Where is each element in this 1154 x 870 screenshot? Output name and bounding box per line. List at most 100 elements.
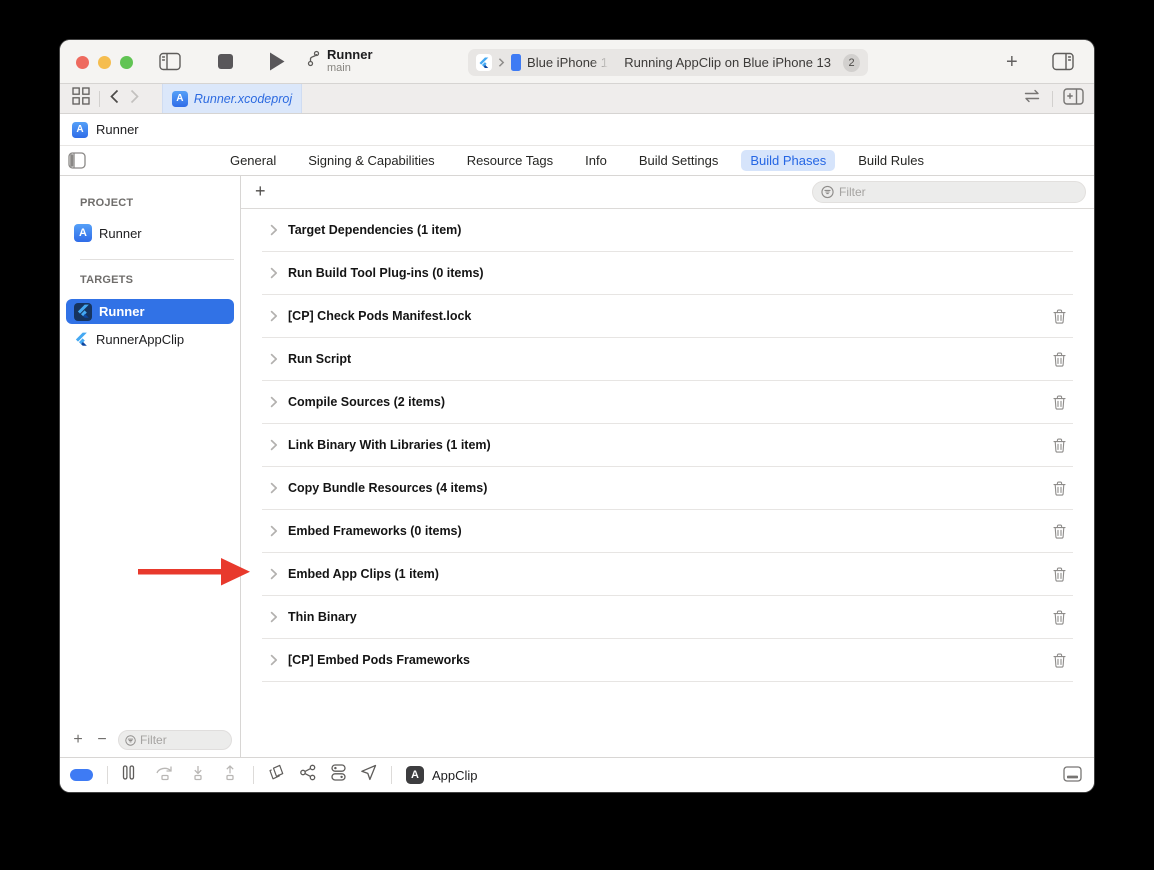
flutter-target-icon	[74, 332, 89, 347]
flutter-scheme-icon	[476, 54, 493, 71]
section-tab[interactable]: Resource Tags	[458, 150, 562, 171]
build-phase-label: Thin Binary	[288, 610, 357, 624]
disclosure-chevron-icon[interactable]	[270, 224, 278, 236]
add-build-phase-button[interactable]: +	[255, 181, 266, 201]
breakpoints-toggle[interactable]	[70, 769, 93, 781]
build-phase-label: Embed App Clips (1 item)	[288, 567, 439, 581]
branch-name: main	[327, 62, 351, 74]
disclosure-chevron-icon[interactable]	[270, 267, 278, 279]
disclosure-chevron-icon[interactable]	[270, 611, 278, 623]
toggle-debug-area-icon[interactable]	[1063, 766, 1082, 787]
delete-phase-icon[interactable]	[1053, 653, 1066, 673]
section-tab[interactable]: Info	[576, 150, 616, 171]
tab-title: Runner.xcodeproj	[193, 91, 293, 106]
breadcrumb[interactable]: Runner	[96, 122, 139, 137]
build-phase-label: [CP] Check Pods Manifest.lock	[288, 309, 472, 323]
build-phase-row[interactable]: Copy Bundle Resources (4 items)	[262, 467, 1073, 510]
run-destination[interactable]: Blue iPhone 13	[527, 55, 610, 70]
build-phase-list: Target Dependencies (1 item) Run Build T…	[241, 209, 1094, 757]
toggle-targets-pane-icon[interactable]	[68, 152, 86, 174]
minimize-window-button[interactable]	[98, 55, 111, 69]
disclosure-chevron-icon[interactable]	[270, 353, 278, 365]
view-hierarchy-icon[interactable]	[268, 764, 285, 786]
targets-filter-field[interactable]	[118, 730, 232, 750]
disclosure-chevron-icon[interactable]	[270, 654, 278, 666]
sidebar-target-row[interactable]: RunnerAppClip	[66, 327, 234, 352]
delete-phase-icon[interactable]	[1053, 438, 1066, 458]
delete-phase-icon[interactable]	[1053, 395, 1066, 415]
memory-graph-icon[interactable]	[299, 764, 317, 786]
delete-phase-icon[interactable]	[1053, 524, 1066, 544]
running-process-icon[interactable]: A	[406, 766, 424, 784]
tab-runner-xcodeproj[interactable]: A Runner.xcodeproj	[162, 84, 302, 113]
build-phase-row[interactable]: Run Script	[262, 338, 1073, 381]
phases-filter-input[interactable]	[839, 185, 1077, 199]
build-phase-label: Target Dependencies (1 item)	[288, 223, 462, 237]
build-phase-row[interactable]: Link Binary With Libraries (1 item)	[262, 424, 1073, 467]
phases-filter-field[interactable]	[812, 181, 1086, 203]
filter-icon	[125, 734, 136, 746]
toggle-inspector-icon[interactable]	[1052, 52, 1074, 71]
disclosure-chevron-icon[interactable]	[270, 310, 278, 322]
pause-execution-icon[interactable]	[122, 765, 135, 785]
library-add-button[interactable]: +	[1006, 52, 1018, 72]
disclosure-chevron-icon[interactable]	[270, 568, 278, 580]
delete-phase-icon[interactable]	[1053, 567, 1066, 587]
remove-target-button[interactable]: −	[94, 732, 110, 748]
build-phase-row[interactable]: [CP] Check Pods Manifest.lock	[262, 295, 1073, 338]
sidebar-item-project-runner[interactable]: A Runner	[60, 221, 240, 245]
go-back-icon[interactable]	[109, 89, 120, 109]
issue-count-badge[interactable]: 2	[843, 53, 860, 72]
zoom-window-button[interactable]	[120, 55, 133, 69]
targets-filter-input[interactable]	[140, 733, 225, 747]
delete-phase-icon[interactable]	[1053, 610, 1066, 630]
build-phase-row[interactable]: Thin Binary	[262, 596, 1073, 639]
stop-button[interactable]	[218, 54, 233, 69]
build-phase-row[interactable]: Compile Sources (2 items)	[262, 381, 1073, 424]
go-forward-icon[interactable]	[129, 89, 140, 109]
disclosure-chevron-icon[interactable]	[270, 396, 278, 408]
project-icon: A	[74, 224, 92, 242]
build-phase-label: Compile Sources (2 items)	[288, 395, 445, 409]
xcode-window: Runner main Blue iPhone 13 Running AppCl…	[60, 40, 1094, 792]
step-over-icon[interactable]	[155, 765, 175, 786]
build-phase-label: Run Script	[288, 352, 352, 366]
section-tab[interactable]: Signing & Capabilities	[299, 150, 443, 171]
section-tab[interactable]: Build Phases	[741, 150, 836, 171]
editor-section-tabs: General Signing & Capabilities Resource …	[60, 146, 1094, 176]
iphone-device-icon	[510, 54, 522, 71]
simulate-location-icon[interactable]	[360, 764, 377, 786]
disclosure-chevron-icon[interactable]	[270, 439, 278, 451]
section-tab[interactable]: Build Settings	[630, 150, 728, 171]
disclosure-chevron-icon[interactable]	[270, 482, 278, 494]
running-process-label[interactable]: AppClip	[432, 768, 478, 783]
environment-overrides-icon[interactable]	[331, 764, 346, 786]
sidebar-target-row[interactable]: Runner	[66, 299, 234, 324]
build-phases-editor: + Target Dependencies (1 item)	[241, 176, 1094, 757]
build-phase-row[interactable]: Target Dependencies (1 item)	[262, 209, 1073, 252]
section-tab[interactable]: Build Rules	[849, 150, 933, 171]
disclosure-chevron-icon[interactable]	[270, 525, 278, 537]
delete-phase-icon[interactable]	[1053, 481, 1066, 501]
toggle-navigator-icon[interactable]	[159, 52, 181, 71]
add-editor-icon[interactable]	[1063, 87, 1084, 110]
build-phase-row[interactable]: Embed Frameworks (0 items)	[262, 510, 1073, 553]
build-phase-label: [CP] Embed Pods Frameworks	[288, 653, 470, 667]
code-review-icon[interactable]	[1022, 89, 1042, 108]
related-items-icon[interactable]	[72, 87, 90, 110]
filter-icon	[821, 185, 834, 199]
run-button[interactable]	[268, 51, 286, 77]
step-into-icon[interactable]	[189, 765, 207, 786]
xcodeproj-file-icon: A	[171, 90, 188, 107]
delete-phase-icon[interactable]	[1053, 352, 1066, 372]
step-out-icon[interactable]	[221, 764, 239, 786]
build-phase-row[interactable]: Embed App Clips (1 item)	[262, 553, 1073, 596]
flutter-target-icon	[74, 302, 92, 321]
close-window-button[interactable]	[76, 55, 89, 69]
build-phase-row[interactable]: Run Build Tool Plug-ins (0 items)	[262, 252, 1073, 295]
add-target-button[interactable]: +	[70, 732, 86, 748]
build-phase-row[interactable]: [CP] Embed Pods Frameworks	[262, 639, 1073, 682]
section-tab[interactable]: General	[221, 150, 285, 171]
scheme-selector[interactable]: Blue iPhone 13 Running AppClip on Blue i…	[468, 49, 868, 76]
delete-phase-icon[interactable]	[1053, 309, 1066, 329]
